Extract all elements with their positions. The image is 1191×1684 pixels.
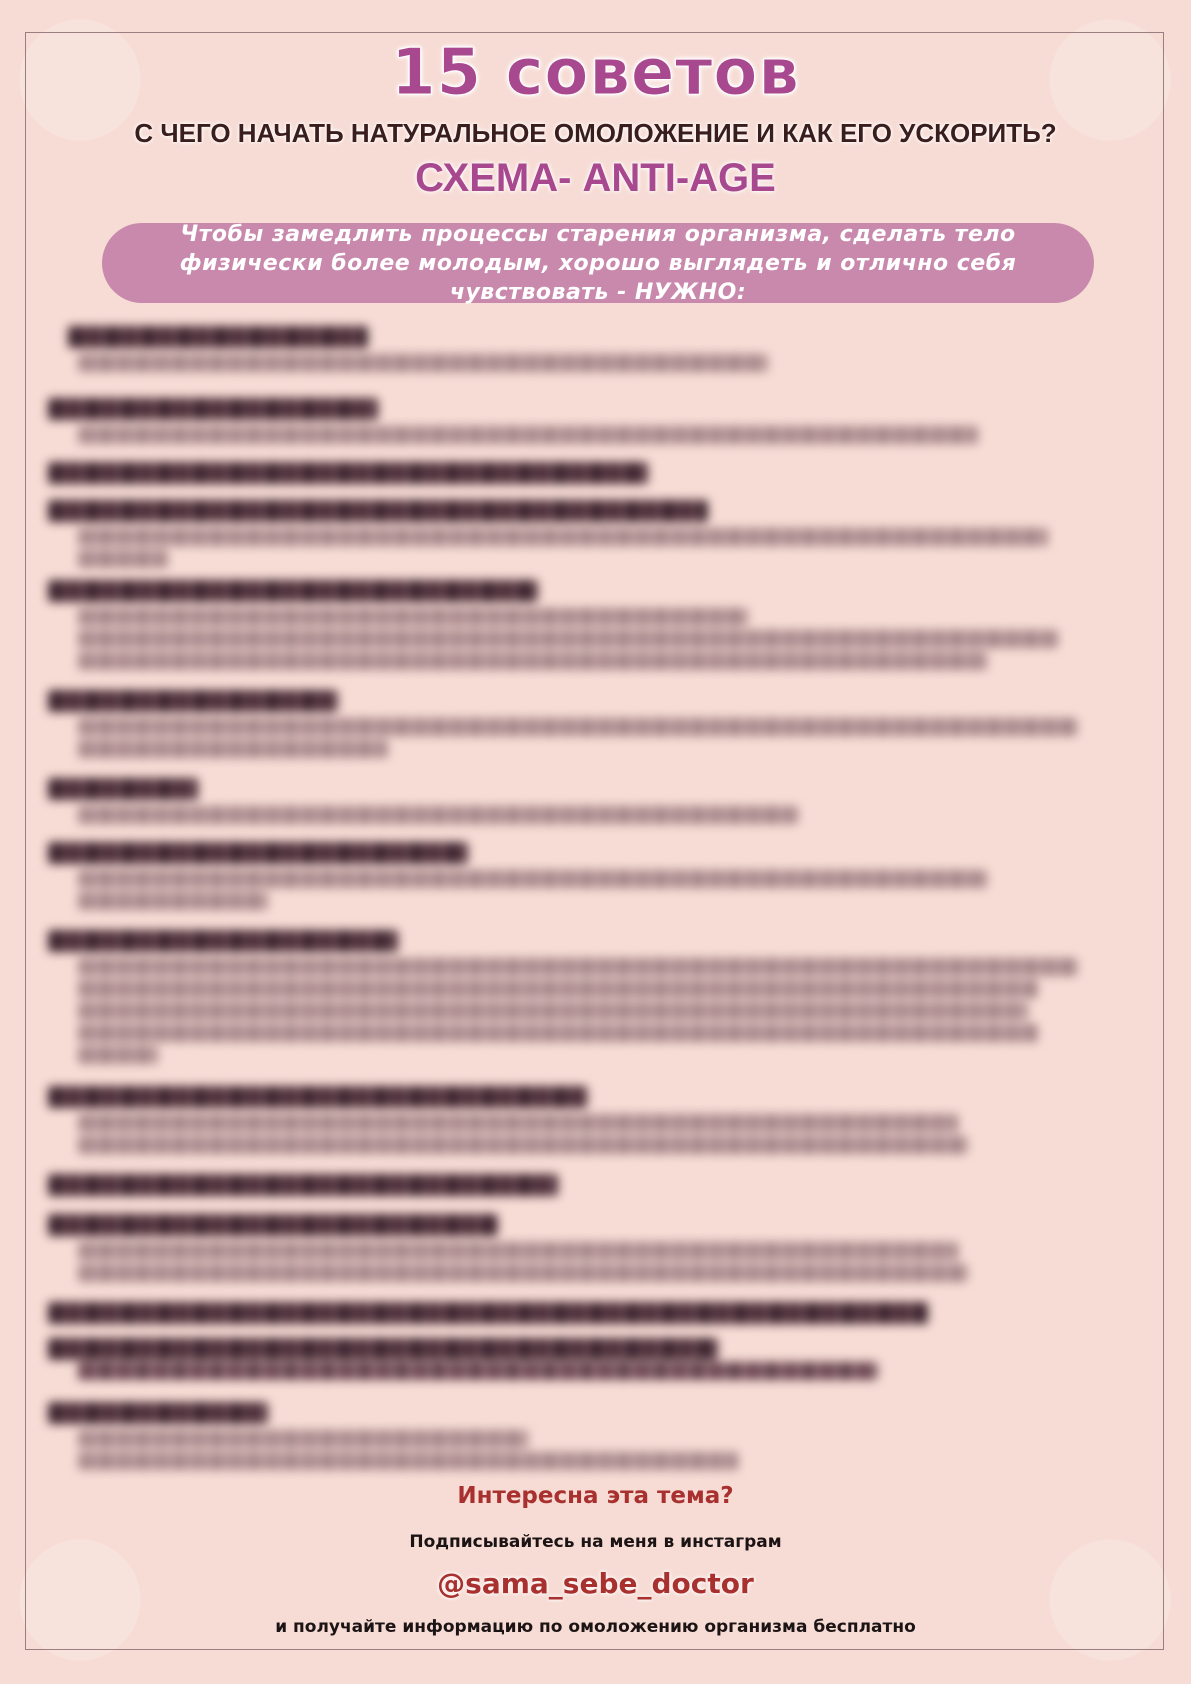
blurred-line [48, 1302, 928, 1324]
blurred-line [78, 1242, 958, 1260]
intro-text: Чтобы замедлить процессы старения органи… [179, 221, 1017, 305]
footer-question: Интересна эта тема? [457, 1483, 734, 1509]
blurred-line [48, 580, 538, 602]
footer-closing-text: и получайте информацию по омоложению орг… [275, 1617, 916, 1637]
blurred-line [68, 326, 368, 348]
blurred-line [78, 1046, 158, 1064]
blurred-line [78, 892, 268, 910]
blurred-line [78, 652, 988, 670]
blurred-tips-list [48, 318, 1148, 1470]
instagram-handle[interactable]: @sama_sebe_doctor [0, 1567, 1191, 1600]
blurred-line [78, 1114, 958, 1132]
page-subtitle: С ЧЕГО НАЧАТЬ НАТУРАЛЬНОЕ ОМОЛОЖЕНИЕ И К… [134, 118, 1057, 148]
blurred-line [78, 1362, 878, 1380]
blurred-line [48, 398, 378, 420]
blurred-line [78, 1136, 968, 1154]
blurred-line [48, 462, 648, 484]
blurred-line [78, 608, 748, 626]
blurred-line [78, 980, 1038, 998]
blurred-line [48, 690, 338, 712]
blurred-line [48, 1338, 718, 1360]
blurred-line [48, 1086, 588, 1108]
blurred-line [78, 1430, 528, 1448]
blurred-line [78, 550, 168, 568]
blurred-line [48, 1402, 268, 1424]
blurred-line [48, 930, 398, 952]
blurred-line [48, 1174, 558, 1196]
blurred-line [78, 870, 988, 888]
blurred-line [78, 354, 768, 372]
intro-banner: Чтобы замедлить процессы старения органи… [102, 222, 1094, 305]
blurred-line [48, 842, 468, 864]
blurred-line [78, 1002, 1028, 1020]
blurred-line [78, 630, 1058, 648]
blurred-line [48, 778, 198, 800]
blurred-line [78, 806, 798, 824]
blurred-line [78, 718, 1078, 736]
blurred-line [78, 528, 1048, 546]
blurred-line [78, 426, 978, 444]
blurred-line [78, 1452, 738, 1470]
blurred-line [48, 500, 708, 522]
page-title: 15 советов [391, 36, 800, 111]
blurred-line [48, 1214, 498, 1236]
page: 15 советов С ЧЕГО НАЧАТЬ НАТУРАЛЬНОЕ ОМО… [0, 0, 1191, 1684]
blurred-line [78, 740, 388, 758]
blurred-line [78, 1264, 968, 1282]
footer-subscribe-text: Подписывайтесь на меня в инстаграм [409, 1532, 782, 1552]
scheme-heading: СХЕМА- ANTI-AGE [415, 156, 776, 200]
blurred-line [78, 1024, 1038, 1042]
blurred-line [78, 958, 1078, 976]
